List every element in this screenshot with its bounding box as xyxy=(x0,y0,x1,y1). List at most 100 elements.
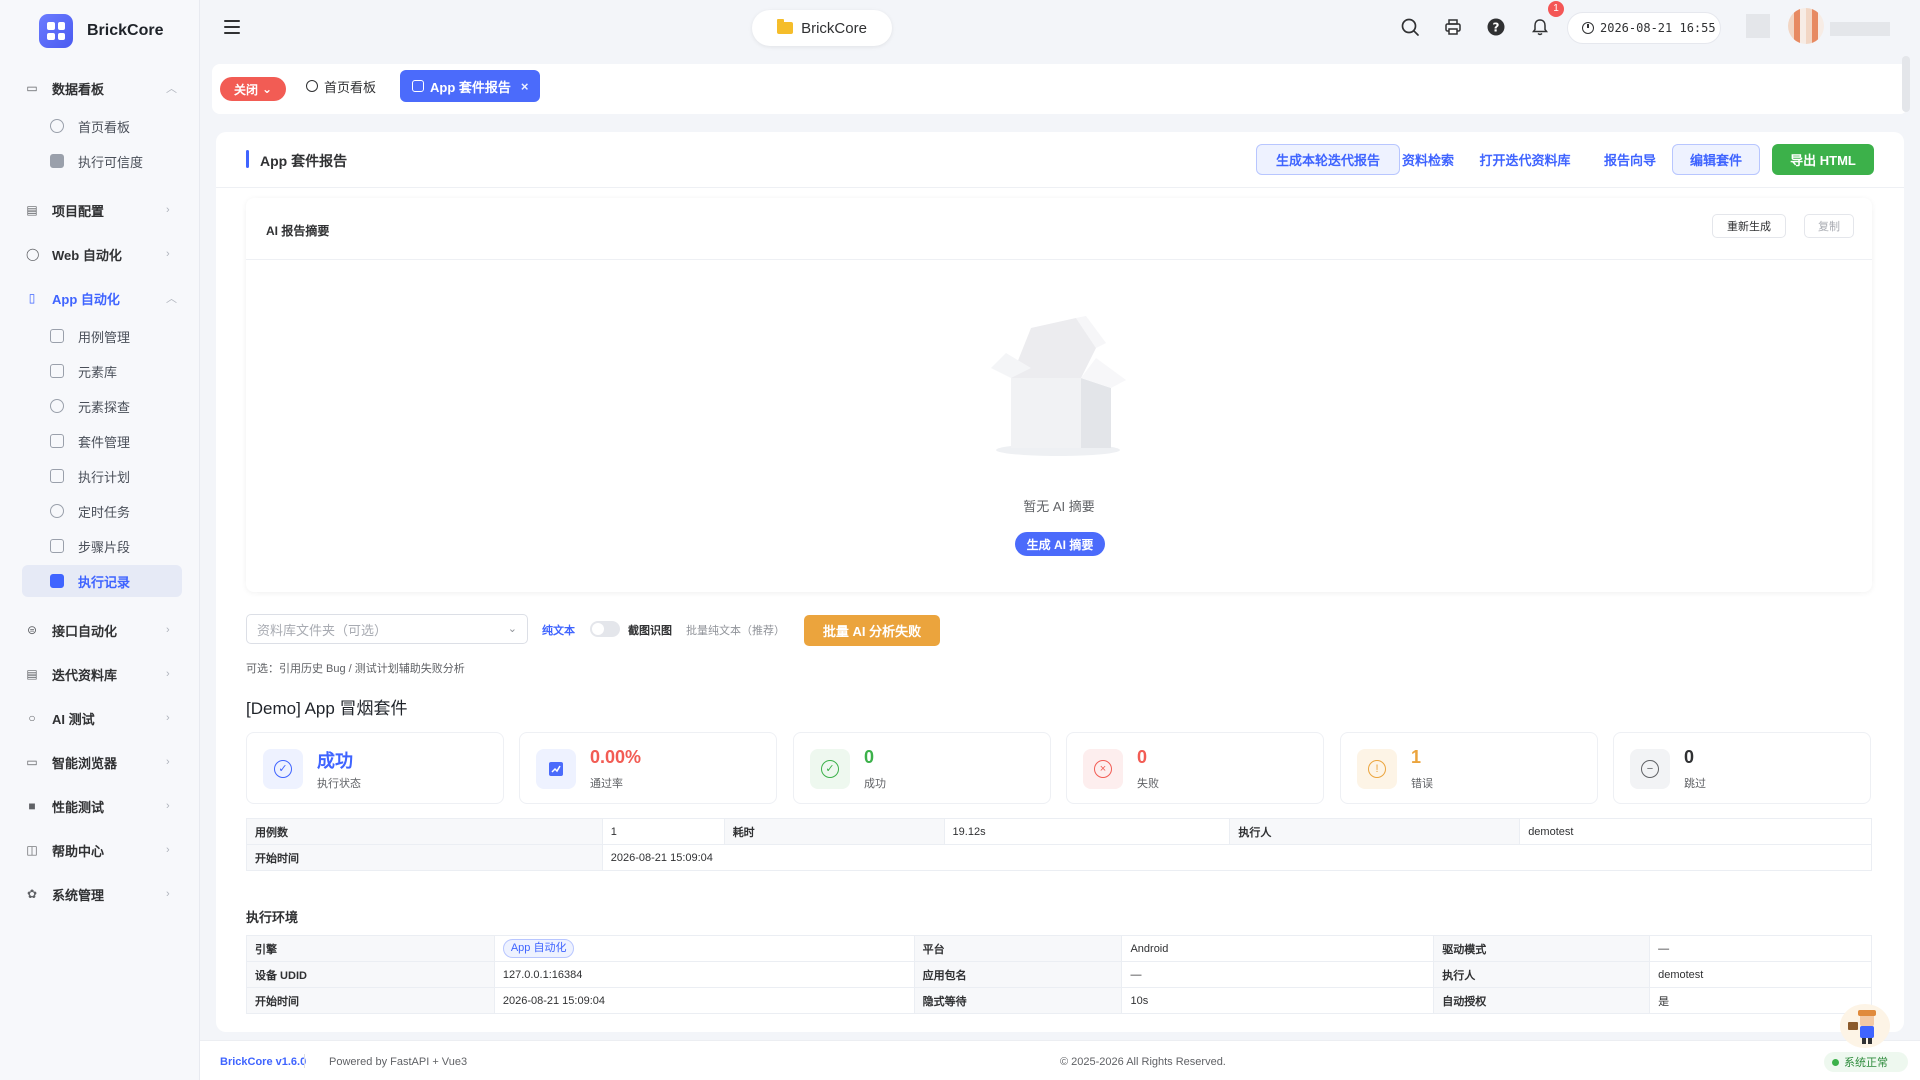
table-key: 驱动模式 xyxy=(1433,935,1651,962)
tab-label: 首页看板 xyxy=(324,79,377,95)
nav-group-dashboard[interactable]: ▭ 数据看板 ︿ xyxy=(0,74,200,102)
nav-group-app-automation[interactable]: ▯ App 自动化 ︿ xyxy=(0,284,200,312)
sidebar-item-label: 执行计划 xyxy=(78,469,131,485)
batch-hint-text: 批量纯文本（推荐） xyxy=(686,625,785,637)
regenerate-button[interactable]: 重新生成 xyxy=(1712,214,1786,238)
stat-value: 0 xyxy=(864,747,875,767)
nav-group-ai-testing[interactable]: ○ AI 测试 › xyxy=(0,704,200,732)
chevron-right-icon: › xyxy=(166,756,170,768)
stat-value: 0.00% xyxy=(590,747,642,767)
nav-group-label: 智能浏览器 xyxy=(52,755,118,771)
tab-home-dashboard[interactable]: 首页看板 xyxy=(294,70,388,102)
chevron-right-icon: › xyxy=(166,800,170,812)
sidebar-item-label: 执行记录 xyxy=(78,574,131,590)
browser-icon: ▭ xyxy=(26,755,38,769)
help-icon[interactable]: ? xyxy=(1486,17,1506,37)
stat-label: 失败 xyxy=(1137,778,1159,790)
sidebar-item-execution-plan[interactable]: 执行计划 xyxy=(22,460,182,492)
table-value: Android xyxy=(1121,935,1435,962)
close-icon[interactable]: × xyxy=(521,79,529,94)
library-folder-select[interactable]: 资料库文件夹（可选） ⌄ xyxy=(246,614,528,644)
sidebar-item-suite-management[interactable]: 套件管理 xyxy=(22,425,182,457)
chevron-right-icon: › xyxy=(166,668,170,680)
sidebar-item-execution-records[interactable]: 执行记录 xyxy=(22,565,182,597)
table-value: — xyxy=(1649,935,1872,962)
sidebar-item-element-library[interactable]: 元素库 xyxy=(22,355,182,387)
app-version-link[interactable]: BrickCore v1.6.0 xyxy=(220,1056,306,1068)
nav-group-api-automation[interactable]: ⊜ 接口自动化 › xyxy=(0,616,200,644)
dashboard-icon: ▭ xyxy=(26,81,38,95)
bell-icon[interactable] xyxy=(1530,17,1550,37)
nav-group-label: 项目配置 xyxy=(52,203,105,219)
table-value: demotest xyxy=(1519,818,1872,845)
assistant-mascot-icon[interactable] xyxy=(1840,1004,1890,1048)
datetime-text: 2026-08-21 16:55 xyxy=(1600,21,1716,35)
success-icon: ✓ xyxy=(810,749,850,789)
edit-suite-button[interactable]: 编辑套件 xyxy=(1672,144,1760,175)
gauge-icon xyxy=(50,119,64,133)
report-wizard-button[interactable]: 报告向导 xyxy=(1602,144,1658,175)
powered-by-text: Powered by FastAPI + Vue3 xyxy=(329,1056,468,1068)
svg-text:?: ? xyxy=(1493,21,1500,35)
api-icon: ⊜ xyxy=(26,623,38,637)
plain-text-label[interactable]: 纯文本 xyxy=(542,622,575,638)
settings-icon: ✿ xyxy=(26,887,38,901)
ocr-mode-toggle[interactable] xyxy=(590,621,620,637)
tab-app-suite-report[interactable]: App 套件报告 × xyxy=(400,70,541,102)
engine-tag: App 自动化 xyxy=(502,939,575,958)
stat-card-pass-rate: 0.00% 通过率 xyxy=(519,732,777,804)
sidebar-item-home-dashboard[interactable]: 首页看板 xyxy=(22,110,182,142)
avatar[interactable] xyxy=(1788,8,1824,44)
table-row: 开始时间 2026-08-21 15:09:04 xyxy=(246,844,1873,871)
screenshot-ocr-label[interactable]: 截图识图 xyxy=(628,622,672,638)
nav-group-performance-testing[interactable]: ■ 性能测试 › xyxy=(0,792,200,820)
sidebar-item-step-fragments[interactable]: 步骤片段 xyxy=(22,530,182,562)
sidebar-item-label: 首页看板 xyxy=(78,119,131,135)
copy-button[interactable]: 复制 xyxy=(1804,214,1854,238)
table-row: 开始时间 2026-08-21 15:09:04 隐式等待 10s 自动授权 是 xyxy=(246,987,1872,1014)
menu-toggle-icon[interactable] xyxy=(224,20,240,34)
nav-group-smart-browser[interactable]: ▭ 智能浏览器 › xyxy=(0,748,200,776)
nav-group-web-automation[interactable]: ◯ Web 自动化 › xyxy=(0,240,200,268)
printer-icon[interactable] xyxy=(1443,17,1463,37)
system-status-text: 系统正常 xyxy=(1844,1057,1888,1069)
sidebar-item-label: 套件管理 xyxy=(78,434,131,450)
sidebar: BrickCore ▭ 数据看板 ︿ 首页看板 执行可信度 ▤ 项目配置 › ◯… xyxy=(0,0,200,1080)
stat-label: 成功 xyxy=(864,778,886,790)
notification-badge: 1 xyxy=(1548,1,1564,17)
footer-divider xyxy=(304,1054,305,1068)
close-tabs-button[interactable]: 关闭 ⌄ xyxy=(220,77,286,101)
stat-card-status: ✓ 成功 执行状态 xyxy=(246,732,504,804)
project-selector[interactable]: BrickCore xyxy=(752,10,892,46)
sidebar-item-scheduled-tasks[interactable]: 定时任务 xyxy=(22,495,182,527)
nav-group-help-center[interactable]: ◫ 帮助中心 › xyxy=(0,836,200,864)
blurred-user-info xyxy=(1746,14,1770,38)
stat-card-success: ✓ 0 成功 xyxy=(793,732,1051,804)
nav-group-system-management[interactable]: ✿ 系统管理 › xyxy=(0,880,200,908)
analysis-hint: 可选：引用历史 Bug / 测试计划辅助失败分析 xyxy=(246,663,465,675)
stat-card-error: ! 1 错误 xyxy=(1340,732,1598,804)
sidebar-item-element-inspector[interactable]: 元素探查 xyxy=(22,390,182,422)
export-html-button[interactable]: 导出 HTML xyxy=(1772,144,1874,175)
app-logo[interactable]: BrickCore xyxy=(39,14,163,48)
table-row: 用例数 1 耗时 19.12s 执行人 demotest xyxy=(246,818,1872,845)
stat-value: 0 xyxy=(1137,747,1148,767)
open-library-button[interactable]: 打开迭代资料库 xyxy=(1472,144,1578,175)
search-docs-button[interactable]: 资料检索 xyxy=(1400,144,1456,175)
batch-ai-analyze-button[interactable]: 批量 AI 分析失败 xyxy=(804,615,940,646)
mobile-icon: ▯ xyxy=(28,291,36,305)
generate-iteration-report-button[interactable]: 生成本轮迭代报告 xyxy=(1256,144,1400,175)
nav-group-iteration-library[interactable]: ▤ 迭代资料库 › xyxy=(0,660,200,688)
search-icon[interactable] xyxy=(1400,17,1420,37)
crosshair-icon xyxy=(50,399,64,413)
nav-group-label: 数据看板 xyxy=(52,81,105,97)
datetime-display: 2026-08-21 16:55 xyxy=(1567,12,1721,44)
table-value: 是 xyxy=(1649,987,1872,1014)
empty-box-illustration xyxy=(991,316,1126,456)
nav-group-project-config[interactable]: ▤ 项目配置 › xyxy=(0,196,200,224)
generate-ai-summary-button[interactable]: 生成 AI 摘要 xyxy=(1015,532,1105,556)
sidebar-item-case-management[interactable]: 用例管理 xyxy=(22,320,182,352)
tabs-scrollbar[interactable] xyxy=(1902,56,1910,112)
sidebar-item-execution-confidence[interactable]: 执行可信度 xyxy=(22,145,182,177)
close-tabs-label: 关闭 xyxy=(233,82,258,97)
